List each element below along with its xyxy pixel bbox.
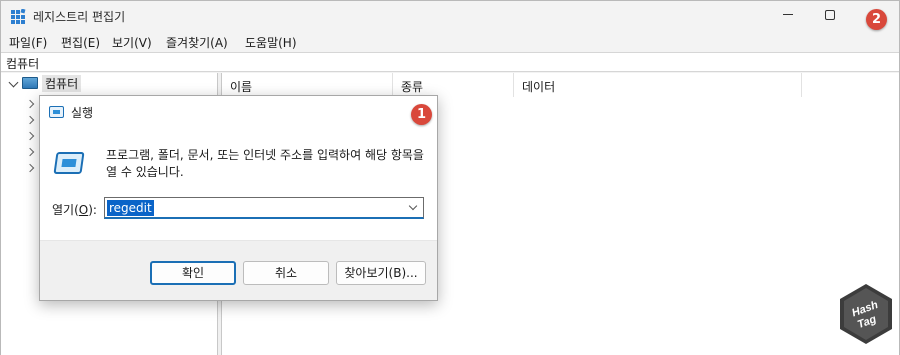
tree-item-hive[interactable]: [25, 99, 54, 111]
tree-item-hive[interactable]: [25, 115, 54, 127]
open-input-value[interactable]: regedit: [107, 200, 154, 216]
run-dialog-footer: 확인 취소 찾아보기(B)...: [40, 240, 437, 300]
open-label-prefix: 열기(: [52, 203, 79, 217]
menu-bar: 파일(F) 편집(E) 보기(V) 즐겨찾기(A) 도움말(H): [1, 31, 899, 53]
chevron-right-icon[interactable]: [25, 131, 35, 141]
cancel-button[interactable]: 취소: [243, 261, 329, 285]
column-header-type[interactable]: 종류: [393, 73, 514, 97]
menu-file[interactable]: 파일(F): [9, 34, 47, 51]
menu-view[interactable]: 보기(V): [112, 34, 152, 51]
column-header-name[interactable]: 이름: [222, 73, 393, 97]
step-badge-1: 1: [411, 104, 432, 125]
tree-item-hive[interactable]: [25, 163, 54, 175]
open-combobox[interactable]: regedit: [104, 197, 424, 219]
run-description: 프로그램, 폴더, 문서, 또는 인터넷 주소를 입력하여 해당 항목을 열 수…: [106, 148, 424, 179]
chevron-right-icon[interactable]: [25, 115, 35, 125]
computer-icon: [22, 77, 38, 89]
tree-root-label: 컴퓨터: [42, 75, 82, 92]
run-dialog: 실행 프로그램, 폴더, 문서, 또는 인터넷 주소를 입력하여 해당 항목을 …: [39, 95, 438, 301]
step-badge-2: 2: [866, 9, 887, 30]
title-bar: 레지스트리 편집기 2: [1, 1, 899, 31]
column-header-data[interactable]: 데이터: [514, 73, 802, 97]
open-label: 열기(O):: [52, 201, 97, 218]
menu-edit[interactable]: 편집(E): [61, 34, 100, 51]
address-text: 컴퓨터: [6, 57, 40, 71]
open-label-suffix: ):: [88, 203, 97, 217]
menu-favorites[interactable]: 즐겨찾기(A): [166, 34, 228, 51]
chevron-right-icon[interactable]: [25, 147, 35, 157]
tree-item-computer[interactable]: 컴퓨터: [8, 75, 208, 93]
maximize-button[interactable]: [825, 10, 835, 20]
chevron-right-icon[interactable]: [25, 99, 35, 109]
open-label-accesskey: O: [78, 203, 89, 217]
run-icon: [49, 106, 64, 118]
minimize-button[interactable]: [781, 7, 795, 21]
tree-item-hive[interactable]: [25, 131, 54, 143]
menu-help[interactable]: 도움말(H): [245, 34, 297, 51]
registry-app-icon: [11, 9, 26, 24]
browse-button[interactable]: 찾아보기(B)...: [336, 261, 426, 285]
hashtag-watermark-logo: Hash Tag: [840, 284, 892, 344]
ok-button[interactable]: 확인: [150, 261, 236, 285]
tree-item-hive[interactable]: [25, 147, 54, 159]
chevron-down-icon[interactable]: [8, 77, 19, 88]
address-bar[interactable]: 컴퓨터: [1, 52, 899, 72]
chevron-down-icon[interactable]: [408, 201, 418, 211]
run-dialog-title: 실행: [71, 106, 94, 120]
chevron-right-icon[interactable]: [25, 163, 35, 173]
run-program-icon: [53, 152, 85, 174]
window-title: 레지스트리 편집기: [33, 10, 126, 24]
